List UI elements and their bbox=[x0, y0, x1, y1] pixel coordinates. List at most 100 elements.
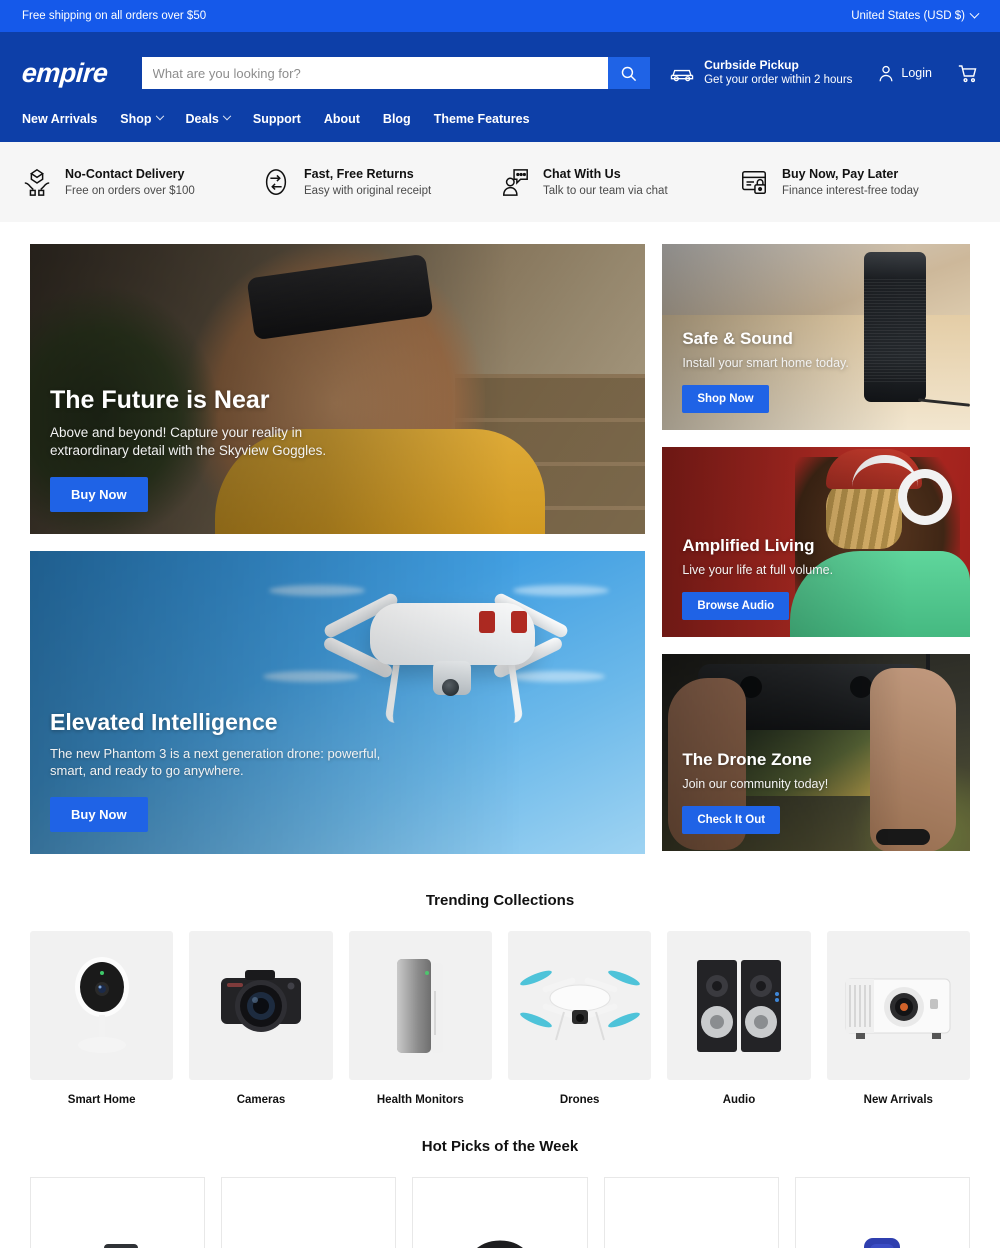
nav-label: Deals bbox=[185, 112, 219, 126]
collection-label: New Arrivals bbox=[863, 1094, 933, 1106]
nav-item-blog[interactable]: Blog bbox=[383, 112, 411, 126]
value-prop-title: Fast, Free Returns bbox=[304, 166, 414, 181]
banner-column-left: The Future is Near Above and beyond! Cap… bbox=[30, 244, 646, 854]
collection-label: Audio bbox=[722, 1094, 756, 1106]
banner-the-future-is-near[interactable]: The Future is Near Above and beyond! Cap… bbox=[30, 244, 646, 534]
search-submit-button[interactable] bbox=[607, 57, 650, 89]
search-bar bbox=[141, 57, 650, 89]
shopping-cart-icon bbox=[958, 64, 977, 82]
nav-label: Support bbox=[252, 112, 301, 126]
banner-cta-browse-audio[interactable]: Browse Audio bbox=[682, 592, 790, 620]
nav-label: About bbox=[323, 112, 360, 126]
blank-product-icon bbox=[651, 1229, 731, 1248]
collection-list: Smart Home Cameras Health Monitors Drone… bbox=[30, 931, 970, 1106]
pickup-title: Curbside Pickup bbox=[704, 57, 799, 72]
banner-subtitle: Install your smart home today. bbox=[682, 356, 849, 371]
locale-currency-selector[interactable]: United States (USD $) bbox=[851, 8, 980, 22]
search-icon bbox=[621, 66, 637, 81]
collection-item-audio[interactable]: Audio bbox=[667, 931, 811, 1106]
banner-cta-shop-now[interactable]: Shop Now bbox=[682, 385, 769, 413]
product-card[interactable] bbox=[412, 1177, 588, 1248]
banner-title: Amplified Living bbox=[682, 536, 815, 556]
banner-cta-buy-now[interactable]: Buy Now bbox=[50, 477, 148, 512]
chevron-down-icon bbox=[155, 111, 164, 121]
collection-thumbnail bbox=[667, 931, 811, 1080]
nav-label: Theme Features bbox=[433, 112, 530, 126]
collection-item-cameras[interactable]: Cameras bbox=[189, 931, 333, 1106]
promotional-banner-grid: The Future is Near Above and beyond! Cap… bbox=[0, 222, 1000, 854]
package-hands-icon bbox=[24, 168, 50, 196]
collection-thumbnail bbox=[189, 931, 333, 1080]
collection-thumbnail bbox=[348, 931, 492, 1080]
nav-item-theme-features[interactable]: Theme Features bbox=[434, 112, 530, 126]
value-prop-title: Buy Now, Pay Later bbox=[782, 166, 899, 181]
product-card[interactable] bbox=[221, 1177, 397, 1248]
value-prop-subtitle: Finance interest-free today bbox=[782, 184, 919, 197]
nav-item-deals[interactable]: Deals bbox=[185, 111, 232, 126]
collection-thumbnail bbox=[826, 931, 970, 1080]
vr-headset-icon bbox=[477, 1240, 523, 1248]
collection-thumbnail bbox=[30, 931, 174, 1080]
trending-collections-section: Trending Collections Smart Home Cameras … bbox=[0, 854, 1000, 1106]
bookshelf-speakers-icon bbox=[696, 959, 781, 1052]
product-card[interactable] bbox=[794, 1177, 971, 1248]
collection-item-smart-home[interactable]: Smart Home bbox=[30, 931, 174, 1106]
collection-thumbnail bbox=[507, 931, 652, 1080]
banner-subtitle: Join our community today! bbox=[682, 777, 829, 792]
search-input[interactable] bbox=[141, 57, 608, 89]
value-prop-title: No-Contact Delivery bbox=[65, 166, 185, 181]
value-prop-fast-free-returns: Fast, Free Returns Easy with original re… bbox=[261, 165, 500, 200]
banner-elevated-intelligence[interactable]: Elevated Intelligence The new Phantom 3 … bbox=[30, 551, 646, 854]
login-link[interactable]: Login bbox=[878, 65, 932, 82]
banner-title: The Drone Zone bbox=[682, 750, 812, 770]
dslr-camera-icon bbox=[220, 969, 301, 1032]
section-title-hot-picks: Hot Picks of the Week bbox=[421, 1138, 579, 1155]
banner-cta-buy-now[interactable]: Buy Now bbox=[50, 797, 148, 832]
banner-subtitle: Live your life at full volume. bbox=[682, 563, 834, 578]
primary-navigation: New Arrivals Shop Deals Support About Bl… bbox=[22, 100, 978, 142]
banner-title: The Future is Near bbox=[50, 385, 270, 414]
banner-title: Safe & Sound bbox=[682, 329, 793, 349]
return-arrows-icon bbox=[265, 169, 287, 195]
collection-item-drones[interactable]: Drones bbox=[507, 931, 652, 1106]
collection-item-new-arrivals[interactable]: New Arrivals bbox=[826, 931, 970, 1106]
value-prop-subtitle: Easy with original receipt bbox=[304, 184, 432, 197]
banner-subtitle: The new Phantom 3 is a next generation d… bbox=[50, 745, 381, 779]
nav-label: New Arrivals bbox=[22, 112, 98, 126]
locale-label: United States (USD $) bbox=[851, 10, 965, 22]
banner-subtitle: Above and beyond! Capture your reality i… bbox=[50, 424, 327, 458]
value-prop-subtitle: Talk to our team via chat bbox=[543, 184, 668, 197]
announcement-bar: Free shipping on all orders over $50 Uni… bbox=[0, 0, 1000, 32]
value-proposition-bar: No-Contact Delivery Free on orders over … bbox=[0, 142, 1000, 222]
site-logo[interactable]: empire bbox=[21, 58, 109, 89]
nav-item-shop[interactable]: Shop bbox=[120, 111, 164, 126]
pickup-subtitle: Get your order within 2 hours bbox=[704, 74, 853, 87]
cart-button[interactable] bbox=[958, 64, 978, 83]
value-prop-subtitle: Free on orders over $100 bbox=[65, 184, 195, 197]
banner-cta-check-it-out[interactable]: Check It Out bbox=[682, 806, 781, 834]
chevron-down-icon bbox=[969, 8, 980, 19]
section-title-trending: Trending Collections bbox=[425, 892, 575, 909]
banner-title: Elevated Intelligence bbox=[50, 708, 278, 735]
banner-the-drone-zone[interactable]: The Drone Zone Join our community today!… bbox=[662, 654, 970, 851]
banner-safe-and-sound[interactable]: Safe & Sound Install your smart home tod… bbox=[662, 244, 970, 430]
product-card[interactable] bbox=[30, 1177, 206, 1248]
banner-amplified-living[interactable]: Amplified Living Live your life at full … bbox=[662, 447, 970, 637]
card-lock-icon bbox=[742, 170, 766, 194]
collection-label: Health Monitors bbox=[376, 1094, 464, 1106]
curbside-pickup-link[interactable]: Curbside Pickup Get your order within 2 … bbox=[669, 58, 852, 89]
action-camera-icon bbox=[103, 1244, 138, 1248]
chat-person-icon bbox=[502, 169, 528, 196]
nav-label: Shop bbox=[120, 112, 152, 126]
racing-drone-icon bbox=[234, 1224, 384, 1248]
value-prop-chat-with-us: Chat With Us Talk to our team via chat bbox=[500, 165, 739, 200]
blue-controller-icon bbox=[864, 1238, 901, 1248]
product-card[interactable] bbox=[603, 1177, 779, 1248]
nav-item-support[interactable]: Support bbox=[253, 112, 301, 126]
collection-item-health-monitors[interactable]: Health Monitors bbox=[348, 931, 492, 1106]
hot-picks-section: Hot Picks of the Week bbox=[0, 1106, 1000, 1248]
nav-item-new-arrivals[interactable]: New Arrivals bbox=[22, 112, 97, 126]
value-prop-title: Chat With Us bbox=[543, 166, 621, 181]
nav-item-about[interactable]: About bbox=[324, 112, 360, 126]
login-label: Login bbox=[901, 66, 932, 80]
